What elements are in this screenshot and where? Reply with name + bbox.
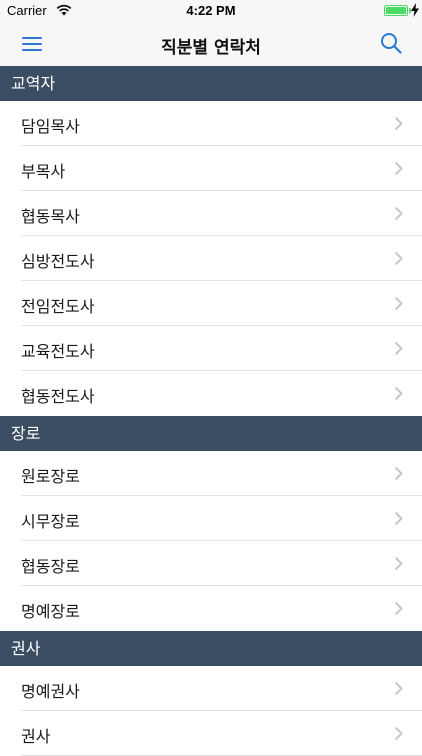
list-item-label: 협동전도사 — [21, 387, 95, 406]
list-item[interactable]: 권사 — [0, 711, 422, 756]
chevron-right-icon — [394, 511, 403, 526]
list-item-label: 전임전도사 — [21, 297, 95, 316]
section-header: 교역자 — [0, 66, 422, 101]
battery-icon — [384, 5, 408, 16]
chevron-right-icon — [394, 341, 403, 356]
list-item-label: 협동장로 — [21, 557, 80, 576]
list-item-label: 교육전도사 — [21, 342, 95, 361]
list-item[interactable]: 협동목사 — [0, 191, 422, 236]
contact-role-list: 교역자 담임목사 부목사 협동목사 심방전도사 전임전도사 교육전도사 협동전도… — [0, 66, 422, 756]
chevron-right-icon — [394, 296, 403, 311]
chevron-right-icon — [394, 116, 403, 131]
list-item-label: 시무장로 — [21, 512, 80, 531]
list-item[interactable]: 시무장로 — [0, 496, 422, 541]
list-item-label: 원로장로 — [21, 467, 80, 486]
chevron-right-icon — [394, 726, 403, 741]
section-header: 권사 — [0, 631, 422, 666]
list-item-label: 명예장로 — [21, 602, 80, 621]
chevron-right-icon — [394, 466, 403, 481]
chevron-right-icon — [394, 161, 403, 176]
list-item[interactable]: 부목사 — [0, 146, 422, 191]
page-title: 직분별 연락처 — [161, 38, 261, 58]
charging-bolt-icon — [411, 3, 419, 17]
list-item[interactable]: 협동장로 — [0, 541, 422, 586]
list-item-label: 담임목사 — [21, 117, 80, 136]
chevron-right-icon — [394, 206, 403, 221]
chevron-right-icon — [394, 601, 403, 616]
list-item[interactable]: 심방전도사 — [0, 236, 422, 281]
chevron-right-icon — [394, 556, 403, 571]
section-header: 장로 — [0, 416, 422, 451]
list-item[interactable]: 전임전도사 — [0, 281, 422, 326]
list-item[interactable]: 협동전도사 — [0, 371, 422, 416]
battery-level — [386, 7, 406, 14]
list-item-label: 부목사 — [21, 162, 66, 181]
list-item-label: 권사 — [21, 727, 51, 746]
search-icon[interactable] — [380, 32, 402, 54]
list-item[interactable]: 명예권사 — [0, 666, 422, 711]
navigation-bar: 직분별 연락처 — [0, 22, 422, 66]
list-item-label: 심방전도사 — [21, 252, 95, 271]
list-item[interactable]: 담임목사 — [0, 101, 422, 146]
list-item[interactable]: 원로장로 — [0, 451, 422, 496]
chevron-right-icon — [394, 251, 403, 266]
list-item-label: 명예권사 — [21, 682, 80, 701]
status-bar: Carrier 4:22 PM — [0, 0, 422, 22]
chevron-right-icon — [394, 681, 403, 696]
list-item-label: 협동목사 — [21, 207, 80, 226]
list-item[interactable]: 명예장로 — [0, 586, 422, 631]
chevron-right-icon — [394, 386, 403, 401]
list-item[interactable]: 교육전도사 — [0, 326, 422, 371]
status-time: 4:22 PM — [186, 3, 236, 18]
